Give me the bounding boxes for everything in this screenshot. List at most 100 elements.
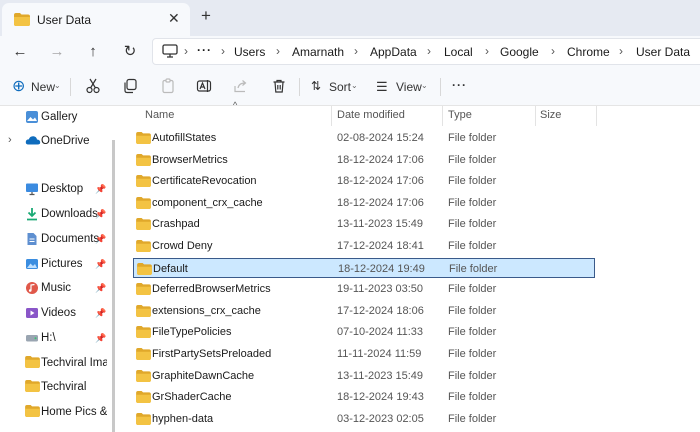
table-row[interactable]: GraphiteDawnCache 13-11-2023 15:49 File fo… <box>133 366 595 386</box>
column-header-type[interactable]: Type <box>448 109 472 121</box>
documents-icon <box>25 232 39 246</box>
sidebar-item-downloads[interactable]: Downloads 📌 <box>0 204 112 226</box>
file-type: File folder <box>448 283 497 296</box>
pin-icon[interactable]: 📌 <box>95 184 106 195</box>
file-date-modified: 13-11-2023 15:49 <box>337 369 424 382</box>
column-header-name[interactable]: Name <box>145 109 174 121</box>
more-crumbs[interactable]: ··· <box>197 43 212 57</box>
drive-icon <box>25 331 39 345</box>
sidebar-item-techviral[interactable]: Techviral <box>0 377 112 399</box>
back-icon[interactable]: ← <box>9 41 31 63</box>
folder-icon <box>136 175 151 190</box>
file-date-modified: 18-12-2024 17:06 <box>337 175 424 188</box>
sidebar-item-home-pics[interactable]: Home Pics & Tc <box>0 402 112 424</box>
column-header-date[interactable]: Date modified <box>337 109 405 121</box>
file-type: File folder <box>449 262 498 275</box>
pin-icon[interactable]: 📌 <box>95 209 106 220</box>
file-type: File folder <box>448 348 497 360</box>
table-row[interactable]: Crashpad 13-11-2023 15:49 File folder <box>133 214 595 234</box>
file-date-modified: 18-12-2024 17:06 <box>337 196 424 209</box>
table-row[interactable]: BrowserMetrics 18-12-2024 17:06 File folde… <box>133 150 595 170</box>
cut-icon[interactable] <box>85 78 103 96</box>
file-name: hyphen-data <box>152 412 214 425</box>
up-icon[interactable]: ↑ <box>82 41 104 63</box>
file-name: FirstPartySetsPreloaded <box>152 348 272 360</box>
folder-icon <box>25 405 40 419</box>
forward-icon[interactable]: → <box>46 41 68 63</box>
sort-icon: ⇅ <box>311 79 322 93</box>
more-options-button[interactable]: ··· <box>452 78 472 96</box>
pin-icon[interactable]: 📌 <box>95 259 106 270</box>
file-date-modified: 13-11-2023 15:49 <box>337 218 424 231</box>
gallery-icon <box>25 110 39 124</box>
sidebar-item-techviral-image[interactable]: Techviral Image <box>0 353 112 375</box>
file-date-modified: 11-11-2024 11:59 <box>337 348 422 360</box>
breadcrumb-chrome[interactable]: Chrome <box>567 45 610 59</box>
file-date-modified: 19-11-2023 03:50 <box>337 283 424 296</box>
sort-label: Sort <box>329 80 352 94</box>
breadcrumb-user-data[interactable]: User Data <box>636 45 690 59</box>
column-header-size[interactable]: Size <box>540 109 561 121</box>
plus-icon: ⊕ <box>12 78 26 95</box>
download-icon <box>25 207 39 221</box>
table-row[interactable]: DeferredBrowserMetrics 19-11-2023 03:50 Fi… <box>133 279 595 299</box>
sidebar-item-label: OneDrive <box>41 135 90 147</box>
pane-splitter[interactable] <box>112 140 115 432</box>
table-row[interactable]: CertificateRevocation 18-12-2024 17:06 Fil… <box>133 171 595 191</box>
share-icon[interactable] <box>233 78 251 96</box>
folder-icon <box>136 369 151 385</box>
breadcrumb-appdata[interactable]: AppData <box>370 45 417 59</box>
rename-icon[interactable] <box>196 78 214 96</box>
pin-icon[interactable]: 📌 <box>95 283 106 294</box>
pin-icon[interactable]: 📌 <box>95 333 106 344</box>
sidebar-item-documents[interactable]: Documents 📌 <box>0 229 112 251</box>
computer-icon[interactable] <box>162 44 178 61</box>
table-row[interactable]: Crowd Deny 17-12-2024 18:41 File folder <box>133 236 595 256</box>
breadcrumb-google[interactable]: Google <box>500 45 539 59</box>
folder-icon <box>136 218 151 233</box>
sidebar-item-label: Gallery <box>41 111 78 123</box>
pin-icon[interactable]: 📌 <box>95 308 106 319</box>
sidebar-item-gallery[interactable]: Gallery <box>0 107 112 129</box>
address-bar[interactable]: › ··· › Users › Amarnath › AppData › Loc… <box>152 38 700 65</box>
new-tab-icon[interactable]: + <box>201 6 211 26</box>
sort-ascending-icon: ^ <box>233 100 238 110</box>
file-date-modified: 18-12-2024 19:43 <box>337 391 424 404</box>
sidebar-item-onedrive[interactable]: › OneDrive <box>0 131 112 153</box>
file-type: File folder <box>448 412 497 425</box>
paste-icon[interactable] <box>160 78 178 96</box>
sidebar-item-videos[interactable]: Videos 📌 <box>0 303 112 325</box>
table-row[interactable]: Default 18-12-2024 19:49 File folder <box>133 257 595 278</box>
sort-button[interactable]: ⇅ Sort ⌄ <box>311 78 361 96</box>
breadcrumb-local[interactable]: Local <box>444 45 473 59</box>
table-row[interactable]: extensions_crx_cache 17-12-2024 18:06 File… <box>133 301 595 321</box>
new-button[interactable]: ⊕ New ⌄ <box>12 78 62 96</box>
copy-icon[interactable] <box>122 78 140 96</box>
table-row[interactable]: hyphen-data 03-12-2023 02:05 File folder <box>133 409 595 429</box>
folder-icon <box>137 262 152 278</box>
table-row[interactable]: FirstPartySetsPreloaded 11-11-2024 11:59 F… <box>133 344 595 364</box>
pin-icon[interactable]: 📌 <box>95 234 106 245</box>
breadcrumb-amarnath[interactable]: Amarnath <box>292 45 344 59</box>
sidebar-item-pictures[interactable]: Pictures 📌 <box>0 254 112 276</box>
table-row[interactable]: AutofillStates 02-08-2024 15:24 File folde… <box>133 128 595 148</box>
file-type: File folder <box>448 132 497 144</box>
table-row[interactable]: GrShaderCache 18-12-2024 19:43 File folder <box>133 387 595 407</box>
delete-icon[interactable] <box>271 78 289 96</box>
tab-user-data[interactable]: User Data ✕ <box>2 3 190 36</box>
file-name: DeferredBrowserMetrics <box>152 283 271 296</box>
view-button[interactable]: ☰ View ⌄ <box>376 78 432 96</box>
sidebar-item-h-drive[interactable]: H:\ 📌 <box>0 328 112 350</box>
folder-icon <box>25 380 40 394</box>
file-name: Default <box>153 262 188 275</box>
breadcrumb-users[interactable]: Users <box>234 45 265 59</box>
sidebar-item-desktop[interactable]: Desktop 📌 <box>0 179 112 201</box>
chevron-down-icon: ⌄ <box>54 81 61 90</box>
sidebar-item-music[interactable]: Music 📌 <box>0 278 112 300</box>
chevron-right-icon[interactable]: › <box>8 134 12 146</box>
file-date-modified: 18-12-2024 19:49 <box>338 262 425 275</box>
table-row[interactable]: FileTypePolicies 07-10-2024 11:33 File fol… <box>133 322 595 342</box>
refresh-icon[interactable]: ↻ <box>119 41 141 63</box>
close-icon[interactable]: ✕ <box>168 10 180 27</box>
table-row[interactable]: component_crx_cache 18-12-2024 17:06 File … <box>133 193 595 213</box>
